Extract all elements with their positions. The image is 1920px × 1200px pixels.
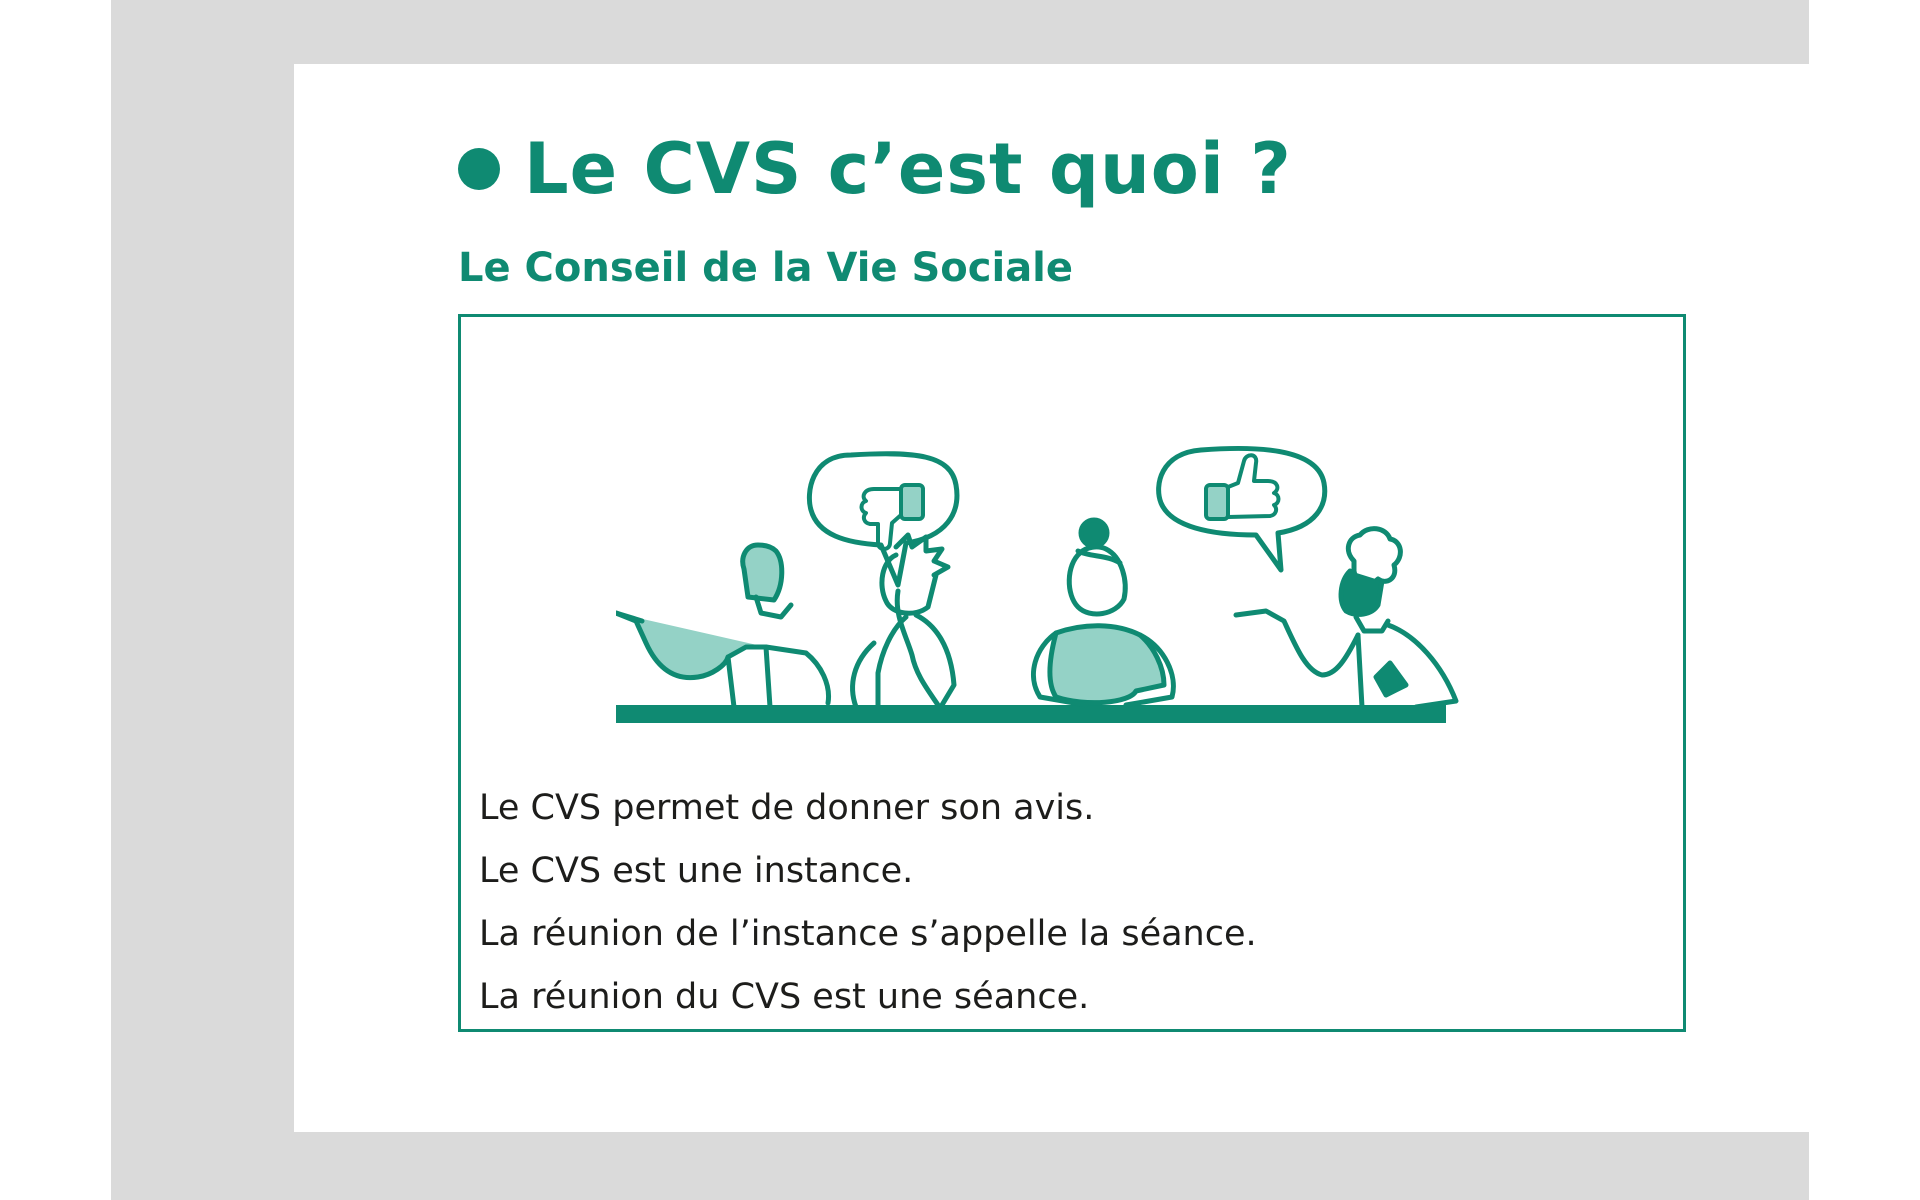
- body-text: Le CVS permet de donner son avis. Le CVS…: [479, 777, 1257, 1029]
- table-bar: [616, 705, 1446, 723]
- gray-frame: Le CVS c’est quoi ? Le Conseil de la Vie…: [111, 0, 1860, 1200]
- body-line-4: La réunion du CVS est une séance.: [479, 977, 1090, 1017]
- meeting-illustration: [616, 445, 1459, 723]
- bullet-dot-icon: [458, 148, 500, 190]
- person-pointing: [616, 542, 832, 710]
- page-subtitle: Le Conseil de la Vie Sociale: [458, 245, 1074, 291]
- person-woman: [1030, 517, 1176, 708]
- title-row: Le CVS c’est quoi ?: [458, 134, 1292, 204]
- body-line-2: Le CVS est une instance.: [479, 851, 914, 891]
- page-title: Le CVS c’est quoi ?: [524, 128, 1292, 210]
- thumbs-up-icon: [1204, 453, 1281, 521]
- body-line-3: La réunion de l’instance s’appelle la sé…: [479, 914, 1257, 954]
- content-box: Le CVS permet de donner son avis. Le CVS…: [458, 314, 1686, 1032]
- document-page: Le CVS c’est quoi ? Le Conseil de la Vie…: [294, 64, 1860, 1132]
- body-line-1: Le CVS permet de donner son avis.: [479, 788, 1095, 828]
